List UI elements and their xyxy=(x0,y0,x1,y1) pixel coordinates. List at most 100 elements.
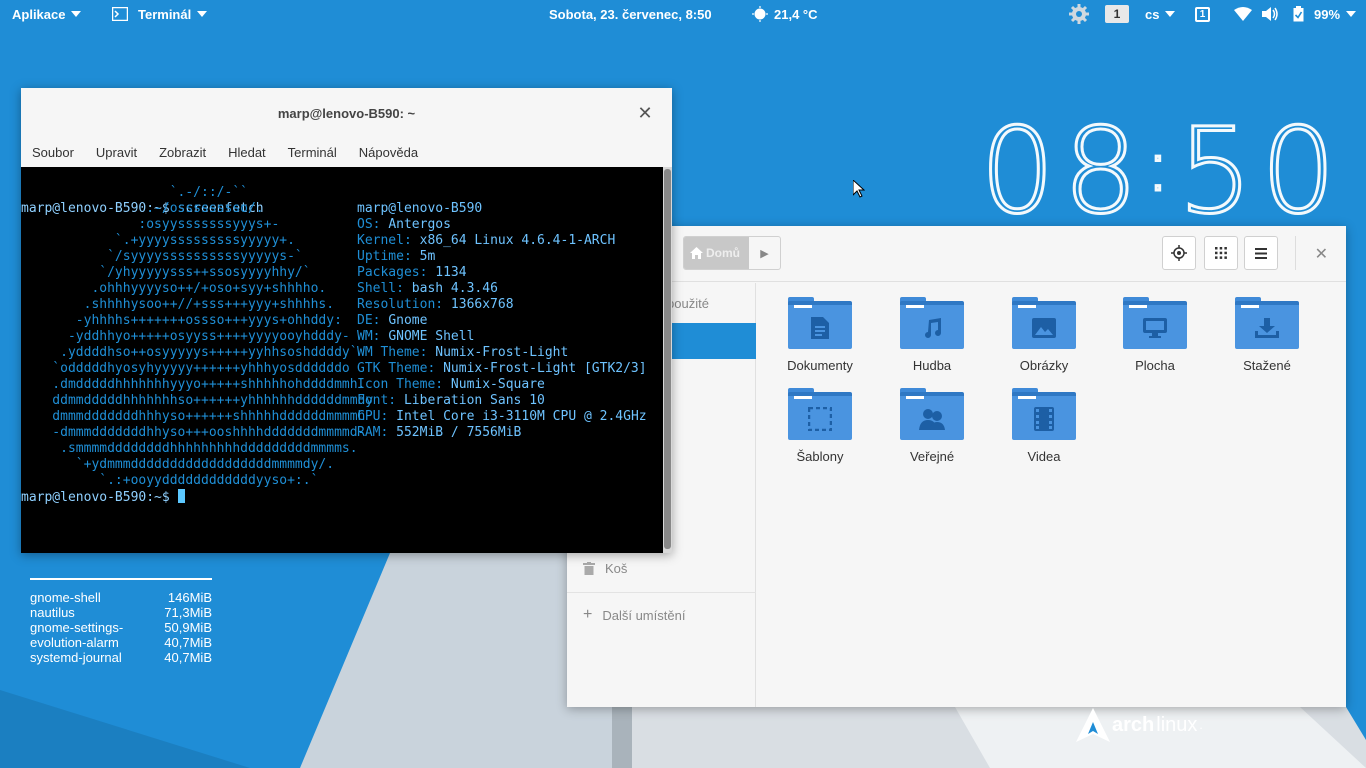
process-memory: 71,3MiB xyxy=(164,605,212,620)
info-row: WM Theme: Numix-Frost-Light xyxy=(357,345,647,361)
chevron-down-icon xyxy=(71,11,82,17)
app-menu-label: Terminál xyxy=(138,6,192,22)
process-row: evolution-alarm 40,7MiB xyxy=(30,635,212,650)
clock-datetime[interactable]: Sobota, 23. červenec, 8:50 xyxy=(549,0,712,28)
logo-line: dmmmdddddddhhhyso++++++shhhhhddddddmmmmh xyxy=(21,409,366,424)
video-icon xyxy=(1012,398,1076,440)
network-wifi-icon[interactable] xyxy=(1234,0,1252,28)
info-value: 1134 xyxy=(435,265,467,280)
grid-icon xyxy=(1215,247,1227,259)
menu-hledat[interactable]: Hledat xyxy=(217,145,277,160)
location-button[interactable] xyxy=(1162,236,1196,270)
logo-line: `+ydmmmddddddddddddddddddmmmmdy/. xyxy=(21,457,335,472)
terminal-window: marp@lenovo-B590: ~ ✕ Soubor Upravit Zob… xyxy=(21,88,672,553)
folder-icon xyxy=(1235,297,1299,349)
files-headerbar: Domů ▶ ✕ xyxy=(567,226,1346,282)
info-row: Uptime: 5m xyxy=(357,249,647,265)
notification-icon: 1 xyxy=(1195,6,1210,22)
keyboard-layout-label: cs xyxy=(1145,6,1160,22)
logo-line: ddmmdddddhhhhhhhso++++++yhhhhhhddddddmmd… xyxy=(21,393,374,408)
path-bar[interactable]: Domů ▶ xyxy=(683,236,781,270)
linux-wordmark: linux xyxy=(1156,713,1198,736)
info-key: Kernel: xyxy=(357,233,420,248)
process-name: systemd-journal xyxy=(30,650,122,665)
menu-upravit[interactable]: Upravit xyxy=(85,145,148,160)
info-value: GNOME Shell xyxy=(388,329,475,344)
weather-indicator[interactable]: 21,4 °C xyxy=(752,0,818,28)
folder-item[interactable]: Hudba xyxy=(887,297,977,387)
scrollbar-thumb[interactable] xyxy=(664,169,671,549)
folder-label: Hudba xyxy=(912,358,952,373)
info-key: WM Theme: xyxy=(357,345,436,360)
close-icon[interactable]: ✕ xyxy=(636,104,654,122)
home-icon xyxy=(690,247,703,259)
process-row: gnome-settings- 50,9MiB xyxy=(30,620,212,635)
folder-item[interactable]: Obrázky xyxy=(999,297,1089,387)
logo-line: -yhhhhs+++++++ossso+++yyys+ohhddy: xyxy=(21,313,342,328)
menu-button[interactable] xyxy=(1244,236,1278,270)
terminal-screen[interactable]: marp@lenovo-B590:~$ screenfetch `.-/::/-… xyxy=(21,167,663,553)
battery-indicator[interactable]: 99% xyxy=(1293,0,1357,28)
settings-gear-icon[interactable] xyxy=(1068,0,1090,28)
volume-icon[interactable] xyxy=(1262,0,1279,28)
info-row: Font: Liberation Sans 10 xyxy=(357,393,647,409)
info-key: RAM: xyxy=(357,425,397,440)
clock-separator: : xyxy=(1145,125,1178,207)
info-key: Uptime: xyxy=(357,249,420,264)
battery-percent: 99% xyxy=(1314,6,1341,22)
logo-line: :osyysssssssyyys+- xyxy=(21,217,280,232)
document-icon xyxy=(788,307,852,349)
terminal-prompt-line: marp@lenovo-B590:~$ xyxy=(21,489,185,506)
distro-logo-ascii: `.-/::/-`` .-/osssssssso/. :osyysssssssy… xyxy=(21,185,373,489)
info-value: bash 4.3.46 xyxy=(411,281,498,296)
keyboard-layout[interactable]: cs xyxy=(1145,0,1176,28)
process-name: gnome-settings- xyxy=(30,620,124,635)
mouse-pointer-icon xyxy=(853,180,865,198)
folder-icon xyxy=(788,297,852,349)
folder-icon xyxy=(900,388,964,440)
info-key: GTK Theme: xyxy=(357,361,444,376)
folder-icon xyxy=(1012,388,1076,440)
chevron-right-icon: ▶ xyxy=(760,247,769,260)
info-value: Intel Core i3-3110M CPU @ 2.4GHz xyxy=(396,409,647,424)
sidebar-item-label: Koš xyxy=(605,560,628,576)
logo-line: `odddddhyosyhyyyyy++++++yhhhyosddddddo xyxy=(21,361,350,376)
arch-icon xyxy=(1076,708,1110,742)
info-value: Antergos xyxy=(388,217,451,232)
folder-item[interactable]: Stažené xyxy=(1222,297,1312,387)
logo-line: `.-/::/-`` xyxy=(21,185,248,200)
applications-menu[interactable]: Aplikace xyxy=(12,0,82,28)
terminal-menubar: Soubor Upravit Zobrazit Hledat Terminál … xyxy=(21,138,672,166)
logo-line: .smmmmddddddddhhhhhhhhhdddddddddmmmms. xyxy=(21,441,358,456)
monitor-divider xyxy=(30,578,212,580)
close-icon[interactable]: ✕ xyxy=(1315,244,1328,264)
notification-indicator[interactable]: 1 xyxy=(1195,0,1210,28)
folder-item[interactable]: Dokumenty xyxy=(775,297,865,387)
info-row: Packages: 1134 xyxy=(357,265,647,281)
folder-item[interactable]: Videa xyxy=(999,388,1089,478)
folder-item[interactable]: Plocha xyxy=(1110,297,1200,387)
terminal-titlebar[interactable]: marp@lenovo-B590: ~ ✕ xyxy=(21,88,672,138)
info-row: Kernel: x86_64 Linux 4.6.4-1-ARCH xyxy=(357,233,647,249)
info-value: Liberation Sans 10 xyxy=(403,393,545,408)
menu-terminal[interactable]: Terminál xyxy=(277,145,348,160)
process-row: nautilus 71,3MiB xyxy=(30,605,212,620)
sidebar-item-other-locations[interactable]: + Další umístění xyxy=(567,597,756,633)
folder-icon xyxy=(900,297,964,349)
folder-icon xyxy=(1012,297,1076,349)
app-menu-terminal[interactable]: Terminál xyxy=(112,0,208,28)
menu-zobrazit[interactable]: Zobrazit xyxy=(148,145,217,160)
folder-item[interactable]: Šablony xyxy=(775,388,865,478)
plus-icon: + xyxy=(583,606,593,623)
arch-wordmark: arch xyxy=(1112,713,1155,736)
folder-item[interactable]: Veřejné xyxy=(887,388,977,478)
menu-napoveda[interactable]: Nápověda xyxy=(348,145,429,160)
terminal-scrollbar[interactable] xyxy=(663,167,672,553)
path-home-button[interactable]: Domů xyxy=(684,237,749,269)
menu-soubor[interactable]: Soubor xyxy=(21,145,85,160)
download-icon xyxy=(1235,307,1299,349)
path-forward-button[interactable]: ▶ xyxy=(749,237,780,269)
sidebar-item-trash[interactable]: Koš xyxy=(567,550,756,586)
grid-view-button[interactable] xyxy=(1204,236,1238,270)
workspace-indicator[interactable]: 1 xyxy=(1105,0,1129,28)
